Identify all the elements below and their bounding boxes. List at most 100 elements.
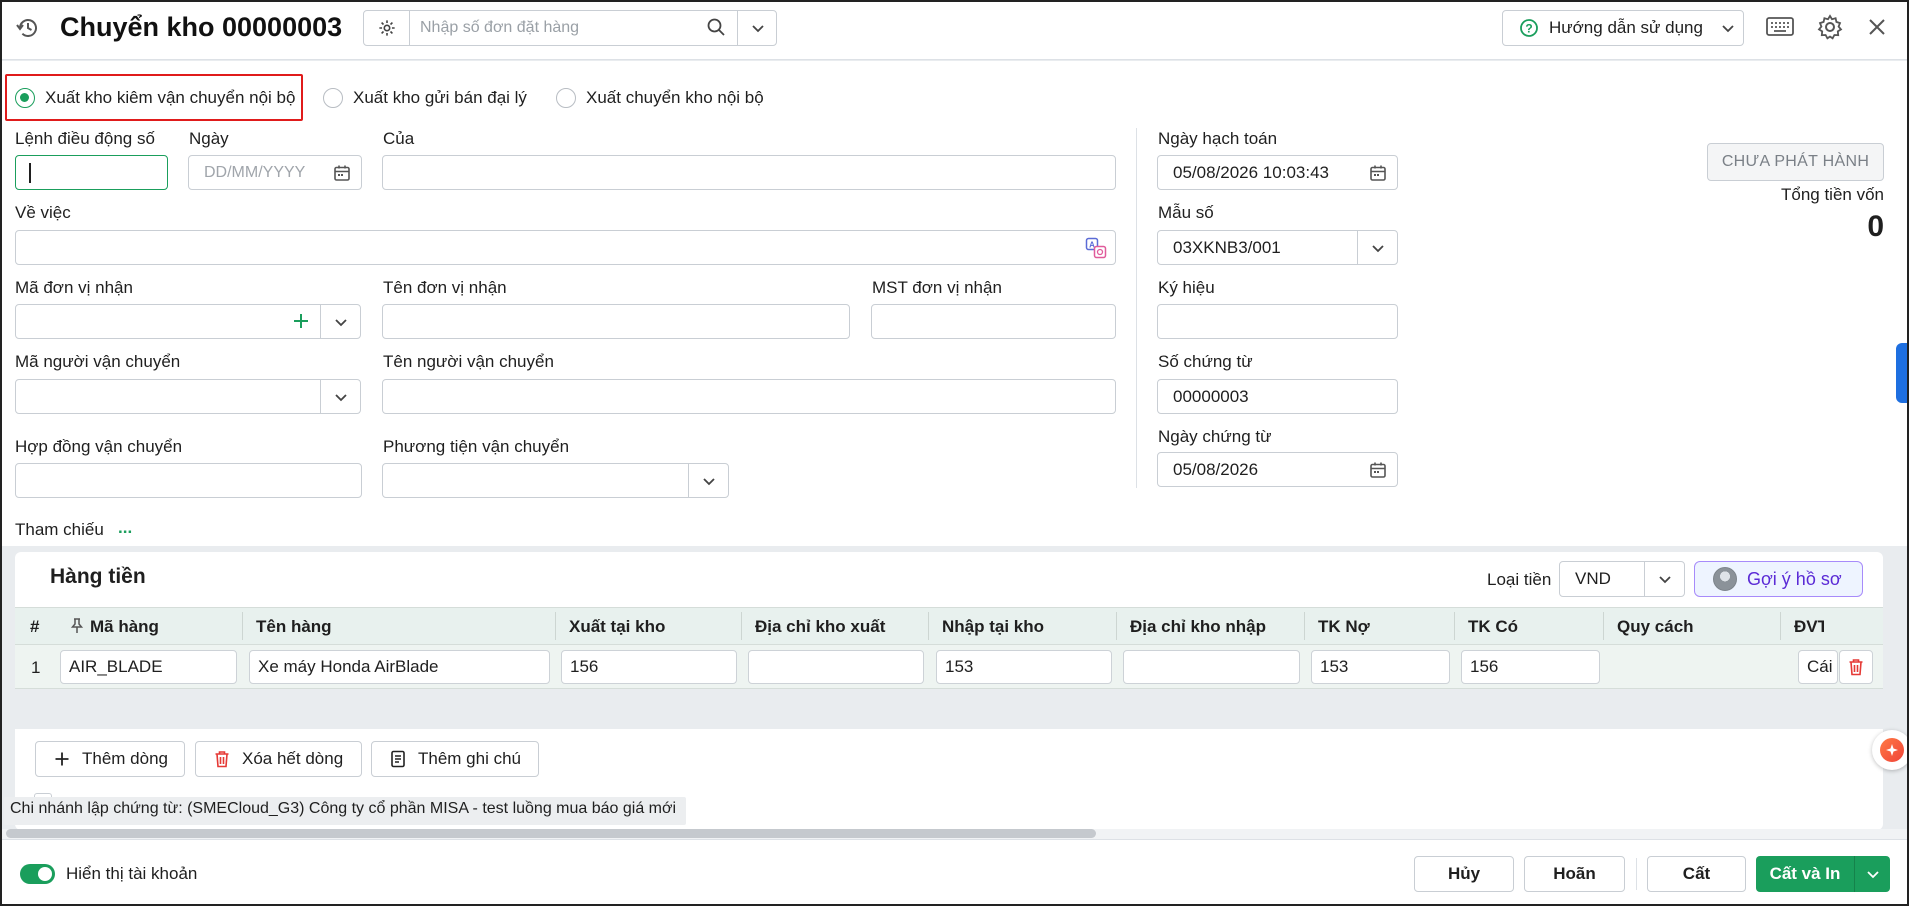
recv-name-input[interactable] (382, 304, 850, 339)
save-button[interactable]: Cất (1647, 856, 1746, 892)
vehicle-select[interactable] (382, 463, 729, 498)
column-divider[interactable] (1454, 612, 1455, 640)
cell-from-addr[interactable] (748, 650, 924, 684)
radio-button[interactable] (556, 88, 576, 108)
side-panel-tab[interactable] (1896, 343, 1909, 403)
suggest-profile-button[interactable]: Gợi ý hồ sơ (1694, 561, 1863, 597)
col-header-from-addr[interactable]: Địa chỉ kho xuất (755, 617, 885, 637)
delete-row-button[interactable] (1839, 650, 1873, 684)
col-header-code[interactable]: Mã hàng (90, 617, 159, 637)
currency-select[interactable]: VND (1559, 561, 1685, 597)
recv-code-input[interactable] (15, 304, 361, 339)
keyboard-icon[interactable] (1766, 16, 1794, 43)
search-settings-icon[interactable] (364, 11, 410, 45)
col-header-name[interactable]: Tên hàng (256, 617, 332, 637)
column-divider[interactable] (1780, 612, 1781, 640)
recv-code-dropdown[interactable] (320, 305, 360, 338)
cell-to-wh[interactable]: 153 (936, 650, 1112, 684)
subject-input[interactable]: A (15, 230, 1116, 265)
cell-code[interactable]: AIR_BLADE (60, 650, 237, 684)
cell-credit[interactable]: 156 (1461, 650, 1600, 684)
postpone-button[interactable]: Hoãn (1524, 856, 1625, 892)
posting-date-input[interactable]: 05/08/2026 10:03:43 (1157, 155, 1398, 190)
status-badge[interactable]: CHƯA PHÁT HÀNH (1707, 143, 1884, 181)
add-row-button[interactable]: Thêm dòng (35, 741, 185, 777)
calendar-icon[interactable] (1369, 461, 1387, 484)
template-dropdown[interactable] (1357, 231, 1397, 264)
vehicle-label: Phương tiện vận chuyển (383, 437, 570, 456)
add-note-button[interactable]: Thêm ghi chú (371, 741, 539, 777)
delete-all-rows-button[interactable]: Xóa hết dòng (195, 741, 362, 777)
history-icon[interactable] (14, 14, 42, 42)
search-icon[interactable] (706, 17, 726, 42)
column-divider[interactable] (1304, 612, 1305, 640)
pin-icon[interactable] (70, 618, 84, 639)
calendar-icon[interactable] (1369, 164, 1387, 187)
cell-unit[interactable]: Cái (1798, 650, 1838, 684)
save-and-print-button[interactable]: Cất và In (1756, 856, 1890, 892)
cell-to-addr[interactable] (1123, 650, 1300, 684)
of-input[interactable] (382, 155, 1116, 190)
chevron-down-icon (1866, 871, 1879, 879)
radio-export-agent-consignment[interactable]: Xuất kho gửi bán đại lý (323, 88, 527, 108)
date-placeholder: DD/MM/YYYY (204, 163, 306, 181)
cancel-button[interactable]: Hủy (1414, 856, 1514, 892)
column-divider[interactable] (928, 612, 929, 640)
svg-text:?: ? (1525, 22, 1532, 36)
posting-date-value: 05/08/2026 10:03:43 (1173, 162, 1329, 182)
carrier-code-input[interactable] (15, 379, 361, 414)
doc-date-input[interactable]: 05/08/2026 (1157, 452, 1398, 487)
carrier-name-input[interactable] (382, 379, 1116, 414)
col-header-to-wh[interactable]: Nhập tại kho (942, 617, 1044, 637)
column-divider[interactable] (555, 612, 556, 640)
add-icon[interactable] (292, 312, 310, 335)
column-divider[interactable] (1116, 612, 1117, 640)
order-no-input[interactable] (15, 155, 168, 190)
translate-icon[interactable]: A (1085, 237, 1107, 264)
doc-no-input[interactable]: 00000003 (1157, 379, 1398, 414)
gear-icon[interactable] (1816, 13, 1844, 46)
date-input[interactable]: DD/MM/YYYY (188, 155, 362, 190)
search-input[interactable] (420, 17, 690, 39)
plus-icon (55, 752, 69, 766)
subject-label: Về việc (15, 203, 71, 222)
carrier-code-dropdown[interactable] (320, 380, 360, 413)
radio-button[interactable] (323, 88, 343, 108)
symbol-label: Ký hiệu (1158, 278, 1215, 297)
cell-from-wh[interactable]: 156 (561, 650, 737, 684)
sparkle-icon (1880, 738, 1904, 762)
chevron-down-icon (334, 318, 347, 326)
col-header-unit[interactable]: ĐVT (1794, 617, 1824, 637)
cell-debit[interactable]: 153 (1311, 650, 1450, 684)
reference-more-button[interactable]: ... (118, 518, 132, 538)
save-print-label: Cất và In (1769, 864, 1841, 883)
calendar-icon[interactable] (333, 164, 351, 187)
currency-dropdown[interactable] (1644, 562, 1684, 596)
vehicle-dropdown[interactable] (688, 464, 728, 497)
column-divider[interactable] (1603, 612, 1604, 640)
total-cost-value: 0 (1867, 210, 1884, 243)
col-header-credit[interactable]: TK Có (1468, 617, 1518, 637)
col-header-from-wh[interactable]: Xuất tại kho (569, 617, 665, 637)
cell-name[interactable]: Xe máy Honda AirBlade (249, 650, 550, 684)
branch-note-tooltip: Chi nhánh lập chứng từ: (SMECloud_G3) Cô… (4, 797, 687, 825)
scrollbar-thumb[interactable] (6, 829, 1096, 838)
search-dropdown-button[interactable] (737, 11, 777, 45)
recv-tax-input[interactable] (871, 304, 1116, 339)
column-divider[interactable] (741, 612, 742, 640)
radio-internal-warehouse-transfer[interactable]: Xuất chuyển kho nội bộ (556, 88, 764, 108)
ai-assistant-button[interactable] (1872, 730, 1909, 770)
save-print-dropdown[interactable] (1854, 856, 1890, 892)
col-header-to-addr[interactable]: Địa chỉ kho nhập (1130, 617, 1266, 637)
trash-icon (215, 751, 229, 768)
col-header-spec[interactable]: Quy cách (1617, 617, 1694, 637)
page-title: Chuyển kho 00000003 (60, 12, 343, 42)
col-header-debit[interactable]: TK Nợ (1318, 617, 1370, 637)
column-divider[interactable] (242, 612, 243, 640)
close-icon[interactable] (1866, 16, 1888, 43)
symbol-input[interactable] (1157, 304, 1398, 339)
help-button[interactable]: ? Hướng dẫn sử dụng (1502, 10, 1744, 46)
show-accounts-toggle[interactable] (20, 864, 55, 884)
template-select[interactable]: 03XKNB3/001 (1157, 230, 1398, 265)
contract-input[interactable] (15, 463, 362, 498)
